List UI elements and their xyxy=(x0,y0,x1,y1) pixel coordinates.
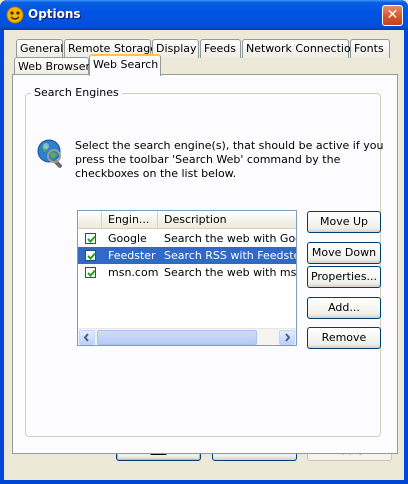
globe-search-icon xyxy=(37,139,63,169)
tab-label: Web Browser xyxy=(18,60,91,73)
remove-button[interactable]: Remove xyxy=(307,327,381,349)
web-search-panel: Search Engines Select the search engine(… xyxy=(12,74,398,454)
checkmark-icon xyxy=(87,269,96,277)
horizontal-scrollbar[interactable] xyxy=(78,328,296,345)
window-title: Options xyxy=(28,7,81,21)
list-item[interactable]: Feedster Search RSS with Feedster... xyxy=(78,247,296,264)
tab-web-search[interactable]: Web Search xyxy=(89,54,161,76)
options-window: Options ✕ General Remote Storage Display… xyxy=(0,0,408,484)
search-engine-list[interactable]: Engin... Description Google Search the w… xyxy=(77,210,297,346)
engine-description: Search RSS with Feedster... xyxy=(164,249,296,262)
tab-label: Display xyxy=(156,42,197,55)
tab-feeds[interactable]: Feeds xyxy=(200,39,241,58)
engine-description: Search the web with msn.com xyxy=(164,266,296,279)
scroll-thumb[interactable] xyxy=(97,330,257,345)
search-engines-description: Select the search engine(s), that should… xyxy=(75,139,384,180)
title-bar[interactable]: Options ✕ xyxy=(0,0,408,30)
scroll-right-button[interactable] xyxy=(279,330,295,345)
engine-checkbox[interactable] xyxy=(85,233,96,244)
close-button[interactable]: ✕ xyxy=(382,5,403,26)
move-up-button[interactable]: Move Up xyxy=(307,211,381,233)
header-engine[interactable]: Engin... xyxy=(102,211,158,229)
tab-label: General xyxy=(20,42,64,55)
engine-name: Google xyxy=(108,232,147,245)
arrow-left-icon xyxy=(83,333,89,342)
engine-checkbox[interactable] xyxy=(85,267,96,278)
engine-checkbox[interactable] xyxy=(85,250,96,261)
tab-label: Fonts xyxy=(354,42,384,55)
window-frame-bottom xyxy=(0,480,408,484)
list-item[interactable]: Google Search the web with Google xyxy=(78,230,296,247)
tab-network-connection[interactable]: Network Connection xyxy=(242,39,358,58)
scroll-left-button[interactable] xyxy=(79,330,95,345)
engine-name: Feedster xyxy=(108,249,156,262)
arrow-right-icon xyxy=(285,333,291,342)
checkmark-icon xyxy=(87,252,96,260)
tab-general[interactable]: General xyxy=(16,39,63,58)
add-button[interactable]: Add... xyxy=(307,297,381,319)
tab-label: Web Search xyxy=(93,58,159,71)
move-down-button[interactable]: Move Down xyxy=(307,242,381,264)
engine-description: Search the web with Google xyxy=(164,232,296,245)
group-title: Search Engines xyxy=(31,86,122,99)
window-frame-right xyxy=(404,30,408,484)
engine-name: msn.com xyxy=(108,266,158,279)
checkmark-icon xyxy=(87,235,96,243)
tab-fonts[interactable]: Fonts xyxy=(350,39,390,58)
tab-label: Network Connection xyxy=(246,42,358,55)
tab-label: Feeds xyxy=(204,42,236,55)
list-header: Engin... Description xyxy=(78,211,296,229)
dialog-client: General Remote Storage Display Feeds Net… xyxy=(4,30,404,480)
properties-button[interactable]: Properties... xyxy=(307,266,381,288)
list-item[interactable]: msn.com Search the web with msn.com xyxy=(78,264,296,281)
app-icon xyxy=(6,6,24,24)
close-icon: ✕ xyxy=(386,7,399,23)
header-check-column[interactable] xyxy=(78,211,102,229)
header-description[interactable]: Description xyxy=(158,211,296,229)
